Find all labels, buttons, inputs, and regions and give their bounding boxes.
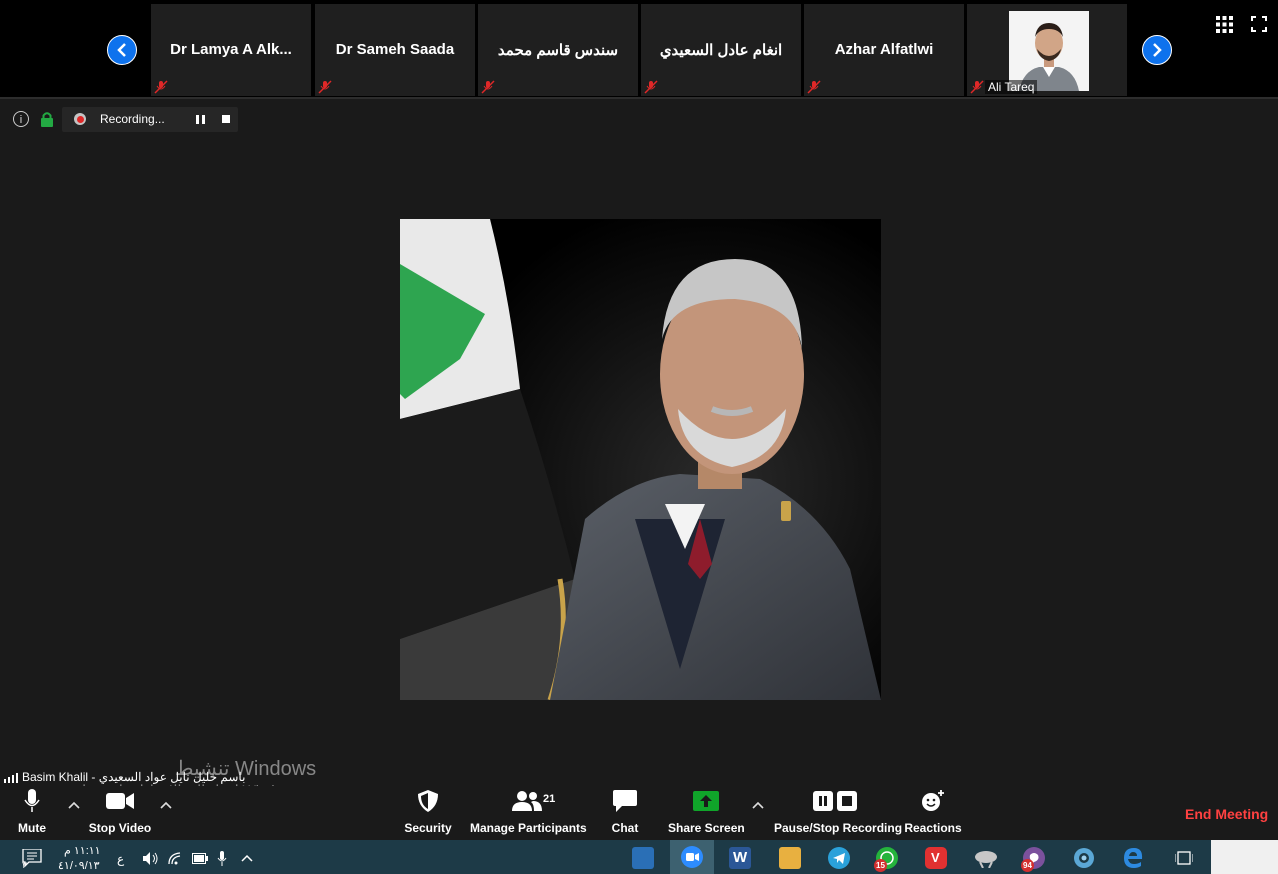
reactions-label: Reactions: [904, 821, 962, 835]
meeting-toolbar: Mute Stop Video Security Manage Particip…: [0, 786, 1278, 840]
participant-count: 21: [543, 793, 556, 805]
photos-app-icon[interactable]: [632, 847, 654, 869]
volume-icon[interactable]: [143, 852, 159, 865]
clock-time[interactable]: ١١:١١ م: [64, 844, 101, 857]
mic-muted-icon: [970, 80, 984, 94]
security-button[interactable]: Security: [400, 786, 456, 840]
participant-name: سندس قاسم محمد: [497, 42, 619, 59]
share-screen-icon: [693, 791, 719, 811]
mute-button[interactable]: Mute: [12, 786, 52, 840]
zoom-logo-icon: [681, 846, 703, 868]
participant-name: Azhar Alfatlwi: [834, 41, 934, 58]
shield-icon: [418, 790, 438, 812]
share-options-caret-icon[interactable]: [752, 800, 764, 810]
chat-bubble-icon: [613, 790, 637, 812]
reactions-button[interactable]: Reactions: [904, 786, 962, 840]
grid-icon: [1216, 16, 1233, 33]
task-view-icon[interactable]: [1175, 850, 1193, 866]
stop-recording-button[interactable]: [222, 115, 230, 123]
speaker-photo: [400, 219, 881, 700]
stop-video-button[interactable]: Stop Video: [88, 786, 152, 840]
network-icon[interactable]: [168, 852, 184, 865]
clock-date[interactable]: ٤١/٠٩/١٣: [58, 859, 100, 872]
pause-stop-recording-button[interactable]: Pause/Stop Recording: [774, 786, 903, 840]
fullscreen-button[interactable]: [1251, 16, 1267, 37]
participant-tile[interactable]: سندس قاسم محمد: [478, 4, 638, 96]
show-hidden-icons-caret[interactable]: [241, 854, 253, 862]
mic-muted-icon: [481, 80, 495, 94]
recording-indicator: Recording...: [62, 107, 238, 132]
video-camera-icon: [106, 793, 134, 809]
microphone-tray-icon[interactable]: [217, 851, 227, 866]
gallery-view-button[interactable]: [1216, 16, 1233, 38]
signal-bars-icon: [4, 772, 18, 783]
viber-badge: 94: [1021, 859, 1034, 872]
participant-tile-video[interactable]: Ali Tareq: [967, 4, 1127, 96]
video-options-caret-icon[interactable]: [160, 800, 172, 810]
mic-muted-icon: [154, 80, 168, 94]
person-photo-icon: [1009, 11, 1089, 91]
manage-participants-button[interactable]: Manage Participants: [470, 786, 587, 840]
participant-avatar: [1009, 11, 1089, 91]
telegram-icon[interactable]: [828, 847, 850, 869]
webcam-app-icon[interactable]: [1073, 847, 1095, 869]
vivaldi-icon[interactable]: V: [925, 847, 947, 869]
active-speaker-video: [400, 219, 881, 700]
chat-button[interactable]: Chat: [604, 786, 646, 840]
share-screen-label: Share Screen: [668, 821, 745, 835]
participants-icon: [512, 791, 542, 811]
notification-count: ٣: [22, 860, 27, 870]
whatsapp-badge: 15: [874, 859, 887, 872]
pause-stop-recording-label: Pause/Stop Recording: [774, 821, 903, 835]
zoom-app-icon[interactable]: [670, 840, 714, 874]
participant-strip: Dr Lamya A Alk... Dr Sameh Saada سندس قا…: [0, 0, 1278, 99]
file-explorer-icon[interactable]: [779, 847, 801, 869]
end-meeting-button[interactable]: End Meeting: [1185, 806, 1268, 822]
active-speaker-label: Basim Khalil - باسم خليل نايل عواد السعي…: [4, 770, 245, 784]
security-label: Security: [404, 821, 452, 835]
participant-name: Ali Tareq: [985, 80, 1038, 94]
participant-name: Dr Lamya A Alk...: [170, 41, 292, 58]
app-tray-icon[interactable]: [974, 848, 998, 868]
meeting-info-button[interactable]: i: [13, 111, 29, 127]
mic-muted-icon: [644, 80, 658, 94]
share-screen-button[interactable]: Share Screen: [668, 786, 745, 840]
mic-muted-icon: [807, 80, 821, 94]
recording-status: Recording...: [100, 112, 165, 126]
mute-label: Mute: [18, 821, 46, 835]
next-page-button[interactable]: [1142, 35, 1172, 65]
audio-options-caret-icon[interactable]: [68, 800, 80, 810]
windows-taskbar: ٣ ١١:١١ م ٤١/٠٩/١٣ ع W 15 V 94: [0, 840, 1278, 874]
microphone-icon: [24, 789, 40, 812]
speaker-name: Basim Khalil - باسم خليل نايل عواد السعي…: [22, 770, 246, 784]
fullscreen-icon: [1251, 16, 1267, 32]
chevron-right-icon: [1153, 43, 1162, 57]
mic-muted-icon: [318, 80, 332, 94]
taskbar-blank-area: [1211, 840, 1278, 874]
stop-video-label: Stop Video: [88, 821, 152, 835]
pause-stop-icon: [813, 791, 857, 811]
previous-page-button[interactable]: [107, 35, 137, 65]
participant-tile[interactable]: Azhar Alfatlwi: [804, 4, 964, 96]
chat-label: Chat: [611, 821, 639, 835]
participant-tile[interactable]: Dr Sameh Saada: [315, 4, 475, 96]
edge-browser-icon[interactable]: [1122, 847, 1144, 869]
battery-icon[interactable]: [192, 853, 208, 864]
encryption-lock-icon[interactable]: [40, 111, 54, 127]
participant-name: انغام عادل السعيدي: [659, 42, 783, 59]
word-app-icon[interactable]: W: [729, 847, 751, 869]
chevron-left-icon: [117, 43, 126, 57]
participant-name: Dr Sameh Saada: [335, 41, 455, 58]
participant-tile[interactable]: Dr Lamya A Alk...: [151, 4, 311, 96]
input-language[interactable]: ع: [117, 852, 124, 866]
participant-tile[interactable]: انغام عادل السعيدي: [641, 4, 801, 96]
pause-recording-button[interactable]: [196, 115, 205, 124]
record-dot-icon: [74, 113, 86, 125]
manage-participants-label: Manage Participants: [470, 821, 587, 835]
reaction-smiley-icon: [922, 790, 944, 811]
